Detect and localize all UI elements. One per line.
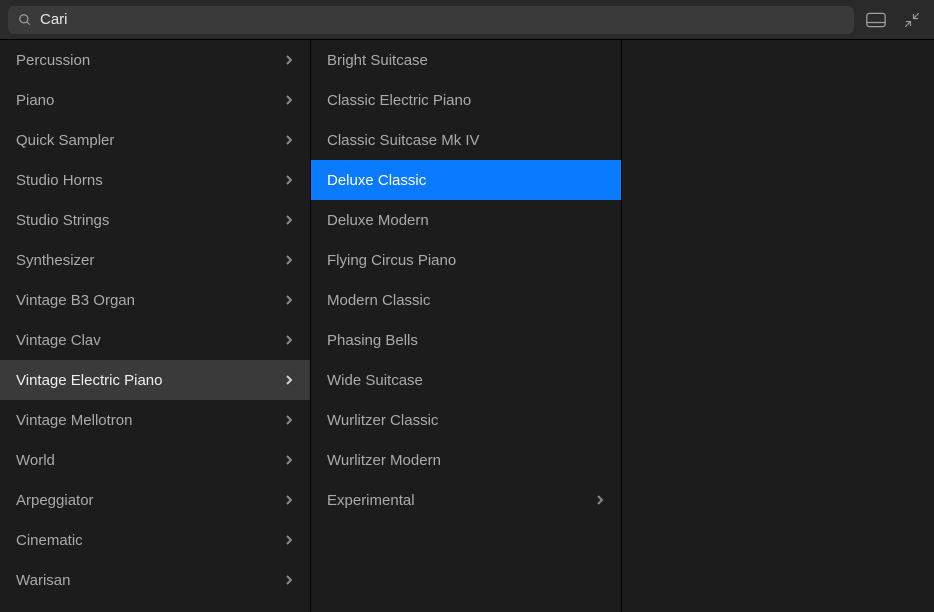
list-item[interactable]: Classic Electric Piano <box>311 80 621 120</box>
collapse-button[interactable] <box>898 8 926 32</box>
list-item-label: Vintage B3 Organ <box>16 292 135 309</box>
chevron-right-icon <box>284 575 294 585</box>
list-item[interactable]: Arpeggiator <box>0 480 310 520</box>
list-item-label: Studio Strings <box>16 212 109 229</box>
category-column-1: Percussion Piano Quick Sampler Studio Horns… <box>0 40 311 612</box>
panel-icon <box>866 12 886 28</box>
chevron-right-icon <box>284 495 294 505</box>
search-container[interactable] <box>8 6 854 34</box>
search-input[interactable] <box>40 11 844 28</box>
chevron-right-icon <box>284 535 294 545</box>
list-item-label: Cinematic <box>16 532 83 549</box>
browser-content: Percussion Piano Quick Sampler Studio Horns… <box>0 40 934 612</box>
list-item-label: Warisan <box>16 572 70 589</box>
header-bar <box>0 0 934 40</box>
list-item-label: Piano <box>16 92 54 109</box>
search-icon <box>18 13 32 27</box>
list-item[interactable]: Cinematic <box>0 520 310 560</box>
list-item-label: Arpeggiator <box>16 492 94 509</box>
list-item[interactable]: Modern Classic <box>311 280 621 320</box>
list-item[interactable]: Vintage Mellotron <box>0 400 310 440</box>
list-item-label: Phasing Bells <box>327 332 418 349</box>
category-column-2: Bright Suitcase Classic Electric Piano Cla… <box>311 40 622 612</box>
list-item-label: Studio Horns <box>16 172 103 189</box>
chevron-right-icon <box>284 255 294 265</box>
list-item-label: Flying Circus Piano <box>327 252 456 269</box>
list-item-label: Vintage Mellotron <box>16 412 132 429</box>
chevron-right-icon <box>284 135 294 145</box>
list-item[interactable]: Experimental <box>311 480 621 520</box>
list-item-label: Experimental <box>327 492 415 509</box>
chevron-right-icon <box>284 415 294 425</box>
list-item[interactable]: Vintage Clav <box>0 320 310 360</box>
list-item[interactable]: Deluxe Modern <box>311 200 621 240</box>
list-item[interactable]: Wide Suitcase <box>311 360 621 400</box>
chevron-right-icon <box>284 95 294 105</box>
list-item-label: Vintage Electric Piano <box>16 372 162 389</box>
chevron-right-icon <box>284 295 294 305</box>
list-item-label: Percussion <box>16 52 90 69</box>
category-column-3 <box>622 40 934 612</box>
list-item[interactable]: Studio Strings <box>0 200 310 240</box>
chevron-right-icon <box>284 335 294 345</box>
list-item-label: Wide Suitcase <box>327 372 423 389</box>
list-item-label: Synthesizer <box>16 252 94 269</box>
list-item[interactable]: Bright Suitcase <box>311 40 621 80</box>
list-item[interactable]: Wurlitzer Modern <box>311 440 621 480</box>
list-item[interactable]: World <box>0 440 310 480</box>
list-item-label: Deluxe Classic <box>327 172 426 189</box>
chevron-right-icon <box>284 55 294 65</box>
chevron-right-icon <box>284 455 294 465</box>
chevron-right-icon <box>284 215 294 225</box>
chevron-right-icon <box>284 175 294 185</box>
list-item-label: Deluxe Modern <box>327 212 429 229</box>
list-item-label: Quick Sampler <box>16 132 114 149</box>
list-item[interactable]: Deluxe Classic <box>311 160 621 200</box>
list-item-label: Wurlitzer Modern <box>327 452 441 469</box>
chevron-right-icon <box>595 495 605 505</box>
list-item-label: World <box>16 452 55 469</box>
list-item-label: Vintage Clav <box>16 332 101 349</box>
list-item[interactable]: Synthesizer <box>0 240 310 280</box>
list-item[interactable]: Phasing Bells <box>311 320 621 360</box>
list-item[interactable]: Vintage B3 Organ <box>0 280 310 320</box>
list-item-label: Classic Suitcase Mk IV <box>327 132 480 149</box>
list-item[interactable]: Classic Suitcase Mk IV <box>311 120 621 160</box>
panel-toggle-button[interactable] <box>862 8 890 32</box>
list-item[interactable]: Percussion <box>0 40 310 80</box>
list-item[interactable]: Studio Horns <box>0 160 310 200</box>
list-item-label: Modern Classic <box>327 292 430 309</box>
list-item[interactable]: Piano <box>0 80 310 120</box>
chevron-right-icon <box>284 375 294 385</box>
list-item[interactable]: Warisan <box>0 560 310 600</box>
list-item-label: Wurlitzer Classic <box>327 412 438 429</box>
list-item[interactable]: Quick Sampler <box>0 120 310 160</box>
list-item-label: Classic Electric Piano <box>327 92 471 109</box>
list-item-label: Bright Suitcase <box>327 52 428 69</box>
list-item[interactable]: Vintage Electric Piano <box>0 360 310 400</box>
list-item[interactable]: Flying Circus Piano <box>311 240 621 280</box>
list-item[interactable]: Wurlitzer Classic <box>311 400 621 440</box>
collapse-icon <box>903 11 921 29</box>
